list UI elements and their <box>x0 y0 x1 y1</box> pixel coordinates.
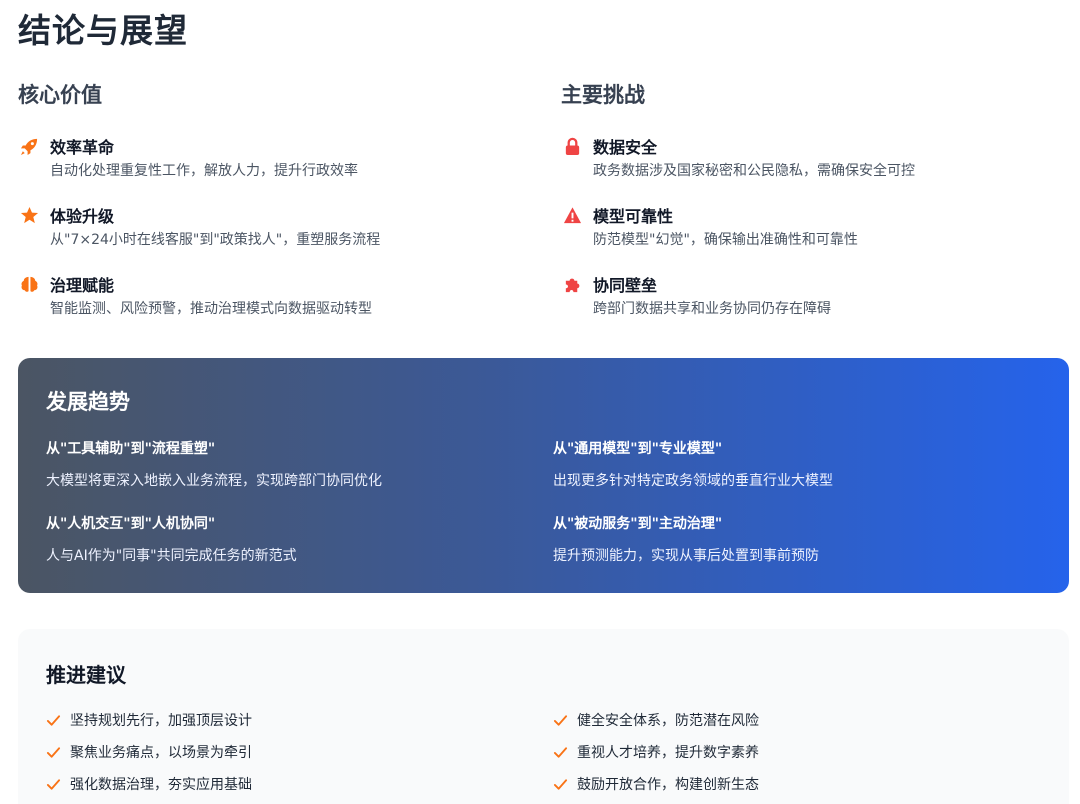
trend-heading: 从"被动服务"到"主动治理" <box>553 516 723 532</box>
rocket-icon <box>18 135 40 157</box>
suggestion-text: 鼓励开放合作，构建创新生态 <box>577 777 759 793</box>
challenge-desc: 政务数据涉及国家秘密和公民隐私，需确保安全可控 <box>593 163 915 179</box>
suggestion-item: 重视人才培养，提升数字素养 <box>553 742 759 762</box>
suggestions-title: 推进建议 <box>46 663 126 687</box>
suggestion-item: 健全安全体系，防范潜在风险 <box>553 710 759 730</box>
check-icon <box>46 744 62 760</box>
core-value-name: 效率革命 <box>50 138 115 157</box>
core-value-desc: 智能监测、风险预警，推动治理模式向数据驱动转型 <box>50 301 372 317</box>
trends-panel: 发展趋势 从"工具辅助"到"流程重塑" 大模型将更深入地嵌入业务流程，实现跨部门… <box>18 358 1069 593</box>
suggestion-item: 强化数据治理，夯实应用基础 <box>46 774 252 794</box>
trend-desc: 大模型将更深入地嵌入业务流程，实现跨部门协同优化 <box>46 473 382 489</box>
trend-item: 从"通用模型"到"专业模型" 出现更多针对特定政务领域的垂直行业大模型 <box>553 438 1033 490</box>
core-value-desc: 自动化处理重复性工作，解放人力，提升行政效率 <box>50 163 358 179</box>
trends-title: 发展趋势 <box>46 390 130 414</box>
core-values-section: 核心价值 效率革命 自动化处理重复性工作，解放人力，提升行政效率 体验升级 从"… <box>18 80 498 317</box>
check-icon <box>46 776 62 792</box>
core-value-item: 体验升级 从"7×24小时在线客服"到"政策找人"，重塑服务流程 <box>18 203 498 249</box>
challenge-name: 数据安全 <box>593 138 658 157</box>
challenge-desc: 跨部门数据共享和业务协同仍存在障碍 <box>593 301 831 317</box>
page-title: 结论与展望 <box>18 11 188 50</box>
lock-icon <box>561 135 583 157</box>
challenge-name: 协同壁垒 <box>593 276 658 295</box>
challenges-section: 主要挑战 数据安全 政务数据涉及国家秘密和公民隐私，需确保安全可控 模型可靠性 … <box>561 80 1041 317</box>
trend-item: 从"工具辅助"到"流程重塑" 大模型将更深入地嵌入业务流程，实现跨部门协同优化 <box>46 438 526 490</box>
suggestion-text: 聚焦业务痛点，以场景为牵引 <box>70 745 252 761</box>
check-icon <box>553 712 569 728</box>
trend-heading: 从"通用模型"到"专业模型" <box>553 441 723 457</box>
trend-heading: 从"人机交互"到"人机协同" <box>46 516 216 532</box>
check-icon <box>46 712 62 728</box>
trend-desc: 出现更多针对特定政务领域的垂直行业大模型 <box>553 473 833 489</box>
core-value-desc: 从"7×24小时在线客服"到"政策找人"，重塑服务流程 <box>50 232 381 248</box>
core-value-name: 治理赋能 <box>50 276 115 295</box>
suggestion-item: 坚持规划先行，加强顶层设计 <box>46 710 252 730</box>
challenge-item: 协同壁垒 跨部门数据共享和业务协同仍存在障碍 <box>561 272 1041 318</box>
warning-icon <box>561 204 583 226</box>
core-value-item: 治理赋能 智能监测、风险预警，推动治理模式向数据驱动转型 <box>18 272 498 318</box>
core-value-name: 体验升级 <box>50 207 115 226</box>
challenge-item: 模型可靠性 防范模型"幻觉"，确保输出准确性和可靠性 <box>561 203 1041 249</box>
trend-item: 从"被动服务"到"主动治理" 提升预测能力，实现从事后处置到事前预防 <box>553 513 1033 565</box>
trend-desc: 人与AI作为"同事"共同完成任务的新范式 <box>46 548 297 564</box>
suggestion-text: 健全安全体系，防范潜在风险 <box>577 713 759 729</box>
trend-desc: 提升预测能力，实现从事后处置到事前预防 <box>553 548 819 564</box>
challenge-item: 数据安全 政务数据涉及国家秘密和公民隐私，需确保安全可控 <box>561 134 1041 180</box>
puzzle-icon <box>561 273 583 295</box>
trend-heading: 从"工具辅助"到"流程重塑" <box>46 441 216 457</box>
suggestion-item: 聚焦业务痛点，以场景为牵引 <box>46 742 252 762</box>
core-value-item: 效率革命 自动化处理重复性工作，解放人力，提升行政效率 <box>18 134 498 180</box>
challenges-title: 主要挑战 <box>561 83 645 107</box>
challenge-name: 模型可靠性 <box>593 207 674 226</box>
check-icon <box>553 744 569 760</box>
suggestion-item: 鼓励开放合作，构建创新生态 <box>553 774 759 794</box>
suggestion-text: 重视人才培养，提升数字素养 <box>577 745 759 761</box>
brain-icon <box>18 273 40 295</box>
star-icon <box>18 204 40 226</box>
suggestion-text: 坚持规划先行，加强顶层设计 <box>70 713 252 729</box>
trend-item: 从"人机交互"到"人机协同" 人与AI作为"同事"共同完成任务的新范式 <box>46 513 526 565</box>
check-icon <box>553 776 569 792</box>
challenge-desc: 防范模型"幻觉"，确保输出准确性和可靠性 <box>593 232 858 248</box>
core-values-title: 核心价值 <box>18 83 102 107</box>
suggestions-panel: 推进建议 坚持规划先行，加强顶层设计 健全安全体系，防范潜在风险 聚焦业务痛点，… <box>18 629 1069 804</box>
suggestion-text: 强化数据治理，夯实应用基础 <box>70 777 252 793</box>
